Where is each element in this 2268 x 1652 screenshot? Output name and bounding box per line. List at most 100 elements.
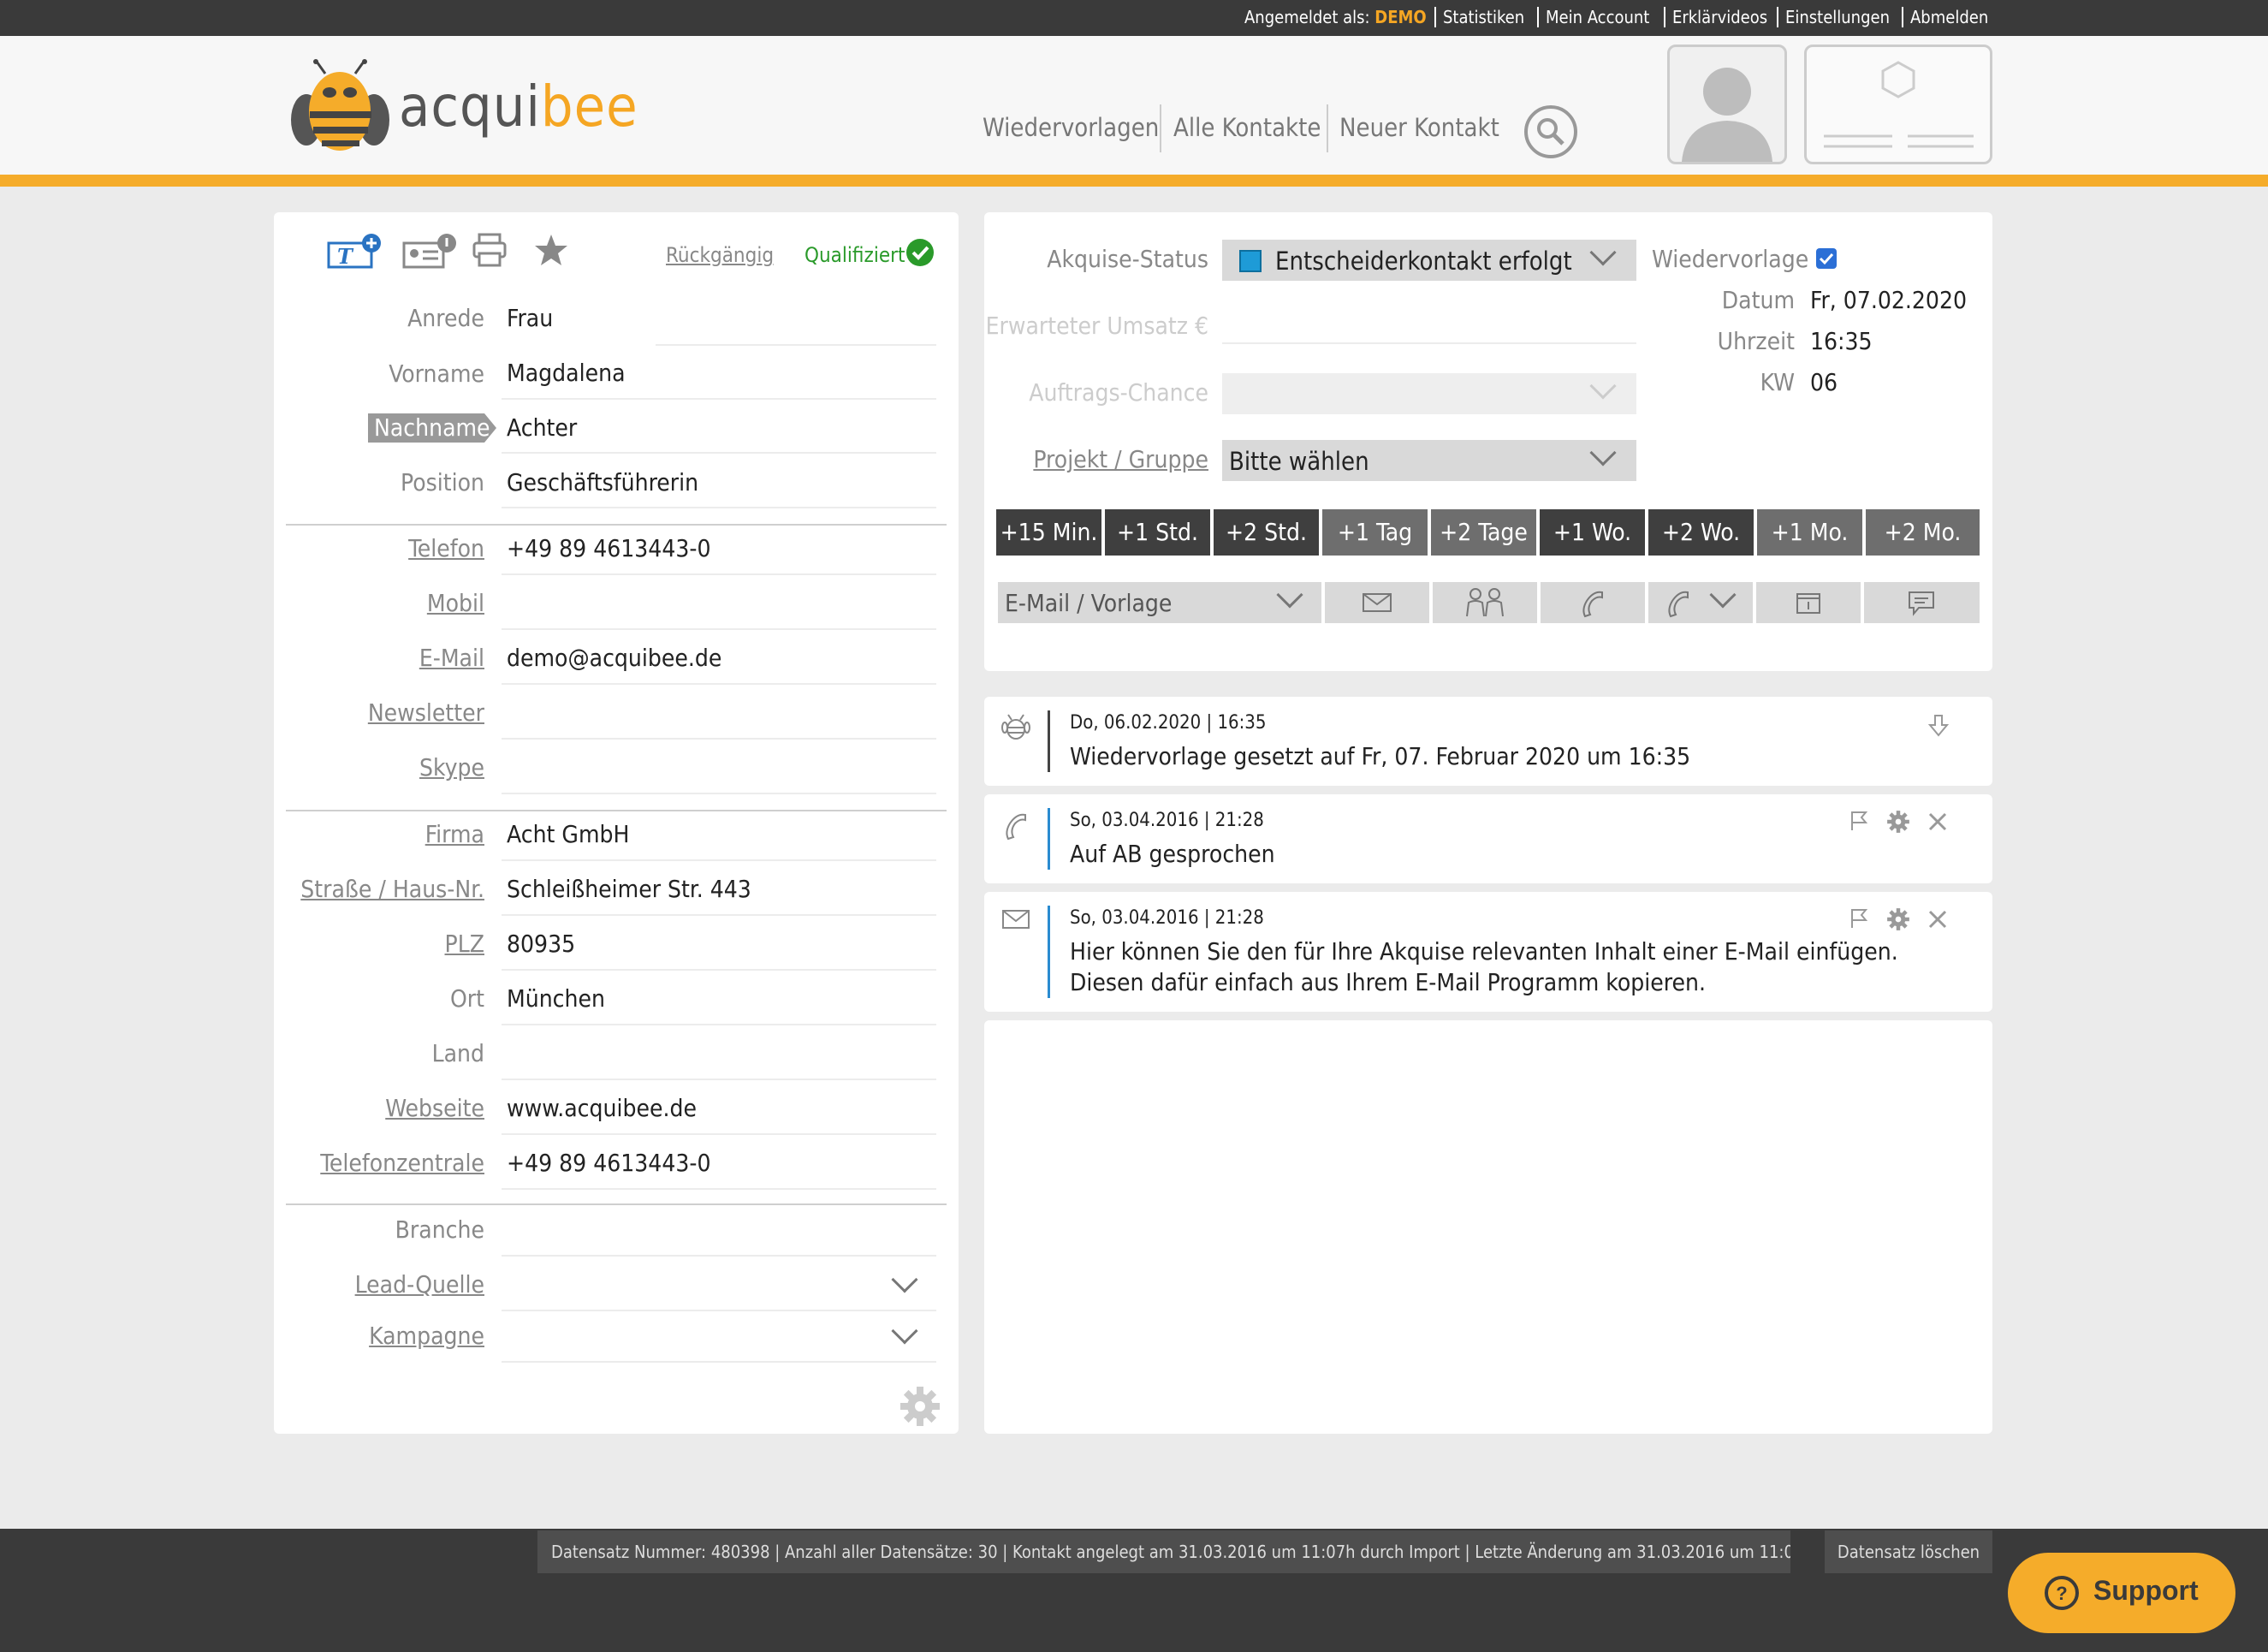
search-icon[interactable] [1523, 104, 1578, 159]
value-email[interactable]: demo@acquibee.de [507, 644, 721, 672]
gear-icon[interactable] [899, 1385, 941, 1428]
brand-name-part2: bee [540, 74, 638, 140]
quick-2tage-button[interactable]: +2 Tage [1431, 509, 1536, 556]
avatar[interactable] [1667, 45, 1787, 164]
quick-15min-button[interactable]: +15 Min. [996, 509, 1101, 556]
field-underline [502, 793, 936, 794]
entry-bar [1048, 710, 1050, 772]
field-underline [502, 1024, 936, 1025]
entry-text[interactable]: Wiedervorlage gesetzt auf Fr, 07. Februa… [1070, 741, 1926, 772]
nav-wiedervorlagen[interactable]: Wiedervorlagen [983, 113, 1159, 142]
nav-alle-kontakte[interactable]: Alle Kontakte [1173, 113, 1321, 142]
value-firma[interactable]: Acht GmbH [507, 820, 629, 848]
field-underline [502, 628, 936, 630]
wiedervorlage-checkbox[interactable] [1816, 248, 1837, 269]
nav-neuer-kontakt[interactable]: Neuer Kontakt [1339, 113, 1499, 142]
email-template-select[interactable]: E-Mail / Vorlage [998, 581, 1321, 623]
field-underline [1222, 342, 1636, 344]
link-erklaervideos[interactable]: Erklärvideos [1664, 7, 1767, 27]
mail-icon [1001, 909, 1030, 931]
mail-button[interactable] [1325, 582, 1429, 623]
value-ort[interactable]: München [507, 984, 605, 1013]
field-underline [502, 1255, 936, 1257]
value-telefonzentrale[interactable]: +49 89 4613443-0 [507, 1149, 710, 1177]
close-icon[interactable] [1927, 811, 1948, 832]
label-projekt-gruppe[interactable]: Projekt / Gruppe [1033, 445, 1208, 473]
link-statistiken[interactable]: Statistiken [1434, 7, 1524, 27]
value-nachname[interactable]: Achter [507, 413, 577, 442]
quick-1std-button[interactable]: +1 Std. [1105, 509, 1210, 556]
svg-text:T: T [337, 244, 354, 269]
projekt-select[interactable]: Bitte wählen [1222, 439, 1636, 481]
phone-icon [1001, 811, 1030, 841]
gear-icon[interactable] [1886, 810, 1910, 834]
phone-dropdown-button[interactable] [1648, 581, 1753, 623]
delete-record-button[interactable]: Datensatz löschen [1825, 1530, 1992, 1573]
field-underline [502, 507, 936, 508]
label-newsletter[interactable]: Newsletter [368, 698, 484, 727]
value-webseite[interactable]: www.acquibee.de [507, 1094, 697, 1122]
link-mein-account[interactable]: Mein Account [1537, 7, 1649, 27]
label-email[interactable]: E-Mail [419, 644, 484, 672]
label-mobil[interactable]: Mobil [427, 589, 484, 617]
field-underline [502, 1188, 936, 1190]
value-anrede[interactable]: Frau [507, 304, 553, 332]
value-datum[interactable]: Fr, 07.02.2020 [1810, 286, 1967, 314]
link-abmelden[interactable]: Abmelden [1902, 7, 1988, 27]
label-firma[interactable]: Firma [425, 820, 484, 848]
brand-name-part1: acqui [399, 74, 541, 140]
entry-text[interactable]: Auf AB gesprochen [1070, 839, 1926, 870]
entry-text[interactable]: Hier können Sie den für Ihre Akquise rel… [1070, 936, 1960, 998]
star-icon[interactable] [534, 233, 568, 267]
label-uhrzeit: Uhrzeit [1717, 327, 1795, 355]
label-plz[interactable]: PLZ [445, 930, 484, 958]
logged-in-text: Angemeldet als: [1244, 7, 1370, 27]
meeting-button[interactable] [1433, 582, 1537, 623]
chance-select[interactable] [1222, 372, 1636, 414]
field-underline [656, 344, 936, 346]
label-kampagne[interactable]: Kampagne [369, 1322, 484, 1350]
value-telefon[interactable]: +49 89 4613443-0 [507, 534, 710, 562]
company-card-icon[interactable] [1804, 45, 1992, 164]
flag-icon[interactable] [1849, 810, 1869, 832]
phone-button[interactable] [1541, 582, 1645, 623]
close-icon[interactable] [1927, 909, 1948, 930]
chevron-down-icon [1589, 372, 1617, 400]
quick-1tag-button[interactable]: +1 Tag [1322, 509, 1428, 556]
check-circle-icon[interactable] [905, 238, 935, 267]
quick-2mo-button[interactable]: +2 Mo. [1866, 509, 1980, 556]
undo-link[interactable]: Rückgängig [666, 243, 774, 267]
pin-down-icon[interactable] [1927, 714, 1950, 738]
chevron-down-icon [1589, 439, 1617, 466]
link-einstellungen[interactable]: Einstellungen [1777, 7, 1890, 27]
quick-2wo-button[interactable]: +2 Wo. [1648, 509, 1754, 556]
value-plz[interactable]: 80935 [507, 930, 575, 958]
printer-icon[interactable] [472, 233, 507, 267]
field-underline [502, 1133, 936, 1135]
label-datum: Datum [1721, 286, 1795, 314]
flag-icon[interactable] [1849, 907, 1869, 930]
calendar-button[interactable] [1756, 582, 1861, 623]
status-select[interactable]: Entscheiderkontakt erfolgt [1222, 239, 1636, 281]
label-skype[interactable]: Skype [419, 753, 484, 781]
value-strasse[interactable]: Schleißheimer Str. 443 [507, 875, 751, 903]
label-lead-quelle[interactable]: Lead-Quelle [355, 1270, 484, 1298]
label-webseite[interactable]: Webseite [385, 1094, 484, 1122]
comment-button[interactable] [1864, 582, 1980, 623]
gear-icon[interactable] [1886, 907, 1910, 931]
support-button[interactable]: ? Support [2008, 1553, 2235, 1633]
quick-1mo-button[interactable]: +1 Mo. [1757, 509, 1862, 556]
bee-logo-icon[interactable] [291, 58, 389, 152]
value-position[interactable]: Geschäftsführerin [507, 468, 698, 496]
entry-bar [1048, 808, 1050, 870]
label-telefonzentrale[interactable]: Telefonzentrale [320, 1149, 484, 1177]
label-strasse[interactable]: Straße / Haus-Nr. [300, 875, 484, 903]
text-add-icon[interactable]: T [327, 233, 383, 269]
value-vorname[interactable]: Magdalena [507, 359, 626, 387]
value-uhrzeit[interactable]: 16:35 [1810, 327, 1873, 355]
quick-1wo-button[interactable]: +1 Wo. [1540, 509, 1645, 556]
label-telefon[interactable]: Telefon [408, 534, 484, 562]
help-icon: ? [2045, 1576, 2079, 1610]
vcard-download-icon[interactable] [402, 233, 459, 269]
quick-2std-button[interactable]: +2 Std. [1214, 509, 1319, 556]
